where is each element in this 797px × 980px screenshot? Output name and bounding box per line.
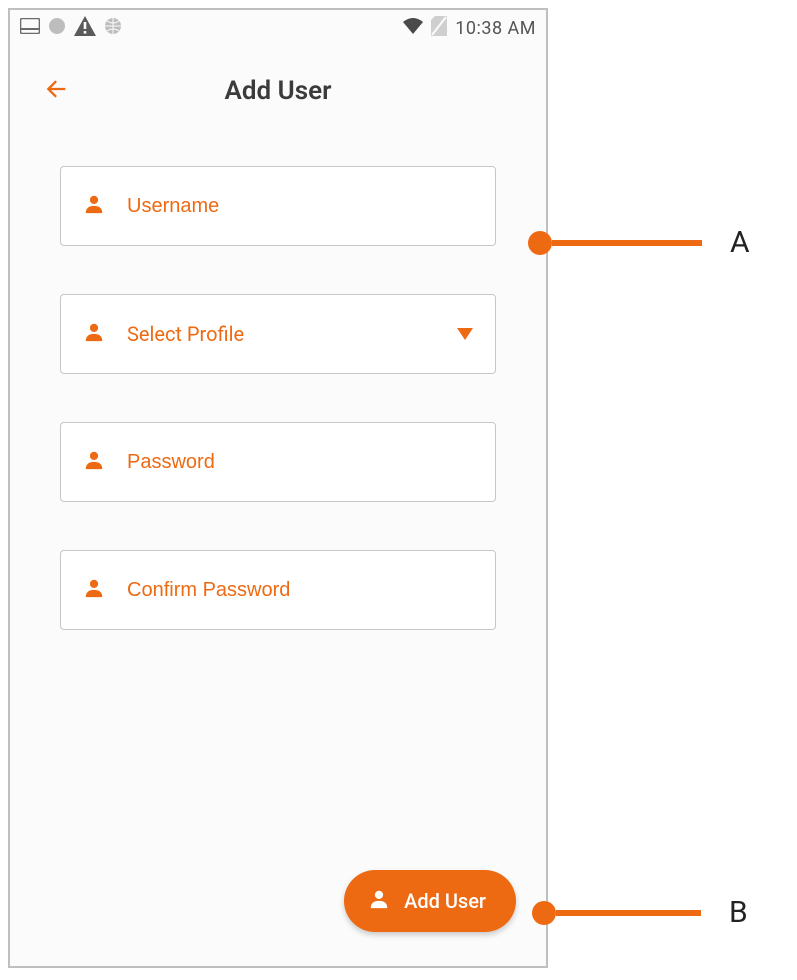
annotation-a-label: A xyxy=(730,225,750,260)
annotation-a: A xyxy=(528,225,750,260)
card-icon xyxy=(20,18,40,38)
annotation-b: B xyxy=(532,895,748,930)
confirm-password-field[interactable] xyxy=(60,550,496,630)
annotation-line xyxy=(556,910,701,916)
back-button[interactable] xyxy=(38,73,74,109)
add-user-button-label: Add User xyxy=(404,889,486,913)
status-bar: 10:38 AM xyxy=(10,10,546,46)
add-user-button[interactable]: Add User xyxy=(344,870,516,932)
annotation-dot-icon xyxy=(532,901,556,925)
globe-icon xyxy=(104,17,122,39)
password-input[interactable] xyxy=(127,451,473,474)
select-profile-label: Select Profile xyxy=(127,322,435,346)
annotation-dot-icon xyxy=(528,231,552,255)
person-icon xyxy=(83,449,105,475)
warning-icon xyxy=(74,16,96,40)
add-user-form: Select Profile xyxy=(10,136,546,630)
phone-frame: 10:38 AM Add User Select Profile xyxy=(8,8,548,968)
username-input[interactable] xyxy=(127,195,473,218)
chevron-down-icon xyxy=(457,325,473,344)
no-sim-icon xyxy=(431,16,447,40)
status-bar-right: 10:38 AM xyxy=(403,16,536,40)
person-icon xyxy=(83,577,105,603)
person-icon xyxy=(368,888,390,915)
annotation-line xyxy=(552,240,702,246)
status-time: 10:38 AM xyxy=(455,18,536,39)
username-field[interactable] xyxy=(60,166,496,246)
header: Add User xyxy=(10,46,546,136)
circle-icon xyxy=(48,17,66,39)
arrow-left-icon xyxy=(42,75,70,107)
status-bar-left xyxy=(20,16,122,40)
password-field[interactable] xyxy=(60,422,496,502)
select-profile-field[interactable]: Select Profile xyxy=(60,294,496,374)
person-icon xyxy=(83,193,105,219)
person-icon xyxy=(83,321,105,347)
annotation-b-label: B xyxy=(729,895,748,930)
confirm-password-input[interactable] xyxy=(127,579,473,602)
wifi-icon xyxy=(403,18,423,38)
page-title: Add User xyxy=(225,76,332,106)
